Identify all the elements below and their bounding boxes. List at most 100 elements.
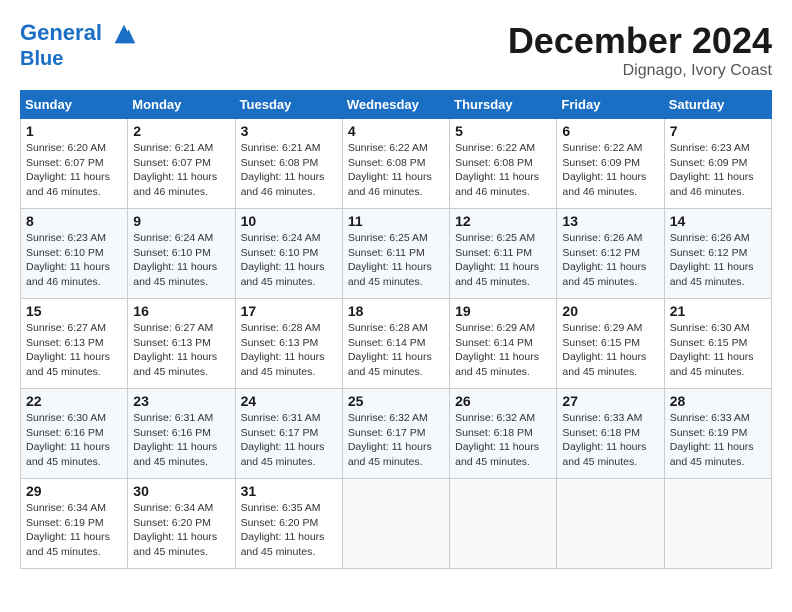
calendar-cell: 14 Sunrise: 6:26 AM Sunset: 6:12 PM Dayl… — [664, 209, 771, 299]
day-info: Sunrise: 6:33 AM Sunset: 6:19 PM Dayligh… — [670, 411, 766, 470]
day-info: Sunrise: 6:35 AM Sunset: 6:20 PM Dayligh… — [241, 501, 337, 560]
calendar-cell: 9 Sunrise: 6:24 AM Sunset: 6:10 PM Dayli… — [128, 209, 235, 299]
calendar-cell: 4 Sunrise: 6:22 AM Sunset: 6:08 PM Dayli… — [342, 119, 449, 209]
day-info: Sunrise: 6:26 AM Sunset: 6:12 PM Dayligh… — [670, 231, 766, 290]
calendar-cell: 27 Sunrise: 6:33 AM Sunset: 6:18 PM Dayl… — [557, 389, 664, 479]
day-number: 25 — [348, 393, 444, 409]
day-info: Sunrise: 6:32 AM Sunset: 6:17 PM Dayligh… — [348, 411, 444, 470]
day-info: Sunrise: 6:21 AM Sunset: 6:07 PM Dayligh… — [133, 141, 229, 200]
calendar-cell: 21 Sunrise: 6:30 AM Sunset: 6:15 PM Dayl… — [664, 299, 771, 389]
day-info: Sunrise: 6:29 AM Sunset: 6:14 PM Dayligh… — [455, 321, 551, 380]
day-number: 3 — [241, 123, 337, 139]
weekday-header-tuesday: Tuesday — [235, 91, 342, 119]
weekday-header-sunday: Sunday — [21, 91, 128, 119]
calendar-cell: 2 Sunrise: 6:21 AM Sunset: 6:07 PM Dayli… — [128, 119, 235, 209]
day-info: Sunrise: 6:32 AM Sunset: 6:18 PM Dayligh… — [455, 411, 551, 470]
day-info: Sunrise: 6:24 AM Sunset: 6:10 PM Dayligh… — [133, 231, 229, 290]
day-info: Sunrise: 6:24 AM Sunset: 6:10 PM Dayligh… — [241, 231, 337, 290]
day-info: Sunrise: 6:25 AM Sunset: 6:11 PM Dayligh… — [455, 231, 551, 290]
calendar-cell: 5 Sunrise: 6:22 AM Sunset: 6:08 PM Dayli… — [450, 119, 557, 209]
day-number: 17 — [241, 303, 337, 319]
day-number: 15 — [26, 303, 122, 319]
calendar-cell: 6 Sunrise: 6:22 AM Sunset: 6:09 PM Dayli… — [557, 119, 664, 209]
calendar-cell: 13 Sunrise: 6:26 AM Sunset: 6:12 PM Dayl… — [557, 209, 664, 299]
day-number: 12 — [455, 213, 551, 229]
calendar-table: SundayMondayTuesdayWednesdayThursdayFrid… — [20, 90, 772, 569]
weekday-header-wednesday: Wednesday — [342, 91, 449, 119]
day-info: Sunrise: 6:25 AM Sunset: 6:11 PM Dayligh… — [348, 231, 444, 290]
day-number: 9 — [133, 213, 229, 229]
calendar-cell — [342, 479, 449, 569]
logo-text: General — [20, 20, 140, 48]
calendar-cell: 1 Sunrise: 6:20 AM Sunset: 6:07 PM Dayli… — [21, 119, 128, 209]
calendar-cell — [450, 479, 557, 569]
day-number: 1 — [26, 123, 122, 139]
day-number: 21 — [670, 303, 766, 319]
day-info: Sunrise: 6:27 AM Sunset: 6:13 PM Dayligh… — [26, 321, 122, 380]
calendar-cell: 15 Sunrise: 6:27 AM Sunset: 6:13 PM Dayl… — [21, 299, 128, 389]
calendar-cell: 22 Sunrise: 6:30 AM Sunset: 6:16 PM Dayl… — [21, 389, 128, 479]
weekday-header-saturday: Saturday — [664, 91, 771, 119]
day-number: 30 — [133, 483, 229, 499]
calendar-cell: 30 Sunrise: 6:34 AM Sunset: 6:20 PM Dayl… — [128, 479, 235, 569]
calendar-cell: 26 Sunrise: 6:32 AM Sunset: 6:18 PM Dayl… — [450, 389, 557, 479]
day-number: 20 — [562, 303, 658, 319]
weekday-header-friday: Friday — [557, 91, 664, 119]
day-number: 16 — [133, 303, 229, 319]
weekday-header-monday: Monday — [128, 91, 235, 119]
day-number: 11 — [348, 213, 444, 229]
day-number: 7 — [670, 123, 766, 139]
day-number: 27 — [562, 393, 658, 409]
day-number: 19 — [455, 303, 551, 319]
day-info: Sunrise: 6:22 AM Sunset: 6:08 PM Dayligh… — [348, 141, 444, 200]
calendar-cell: 16 Sunrise: 6:27 AM Sunset: 6:13 PM Dayl… — [128, 299, 235, 389]
day-number: 8 — [26, 213, 122, 229]
calendar-cell: 18 Sunrise: 6:28 AM Sunset: 6:14 PM Dayl… — [342, 299, 449, 389]
day-info: Sunrise: 6:34 AM Sunset: 6:19 PM Dayligh… — [26, 501, 122, 560]
day-number: 28 — [670, 393, 766, 409]
calendar-cell: 10 Sunrise: 6:24 AM Sunset: 6:10 PM Dayl… — [235, 209, 342, 299]
calendar-cell: 12 Sunrise: 6:25 AM Sunset: 6:11 PM Dayl… — [450, 209, 557, 299]
day-info: Sunrise: 6:31 AM Sunset: 6:16 PM Dayligh… — [133, 411, 229, 470]
calendar-cell: 24 Sunrise: 6:31 AM Sunset: 6:17 PM Dayl… — [235, 389, 342, 479]
calendar-cell: 7 Sunrise: 6:23 AM Sunset: 6:09 PM Dayli… — [664, 119, 771, 209]
location-subtitle: Dignago, Ivory Coast — [508, 62, 772, 80]
day-info: Sunrise: 6:30 AM Sunset: 6:15 PM Dayligh… — [670, 321, 766, 380]
day-info: Sunrise: 6:26 AM Sunset: 6:12 PM Dayligh… — [562, 231, 658, 290]
day-number: 24 — [241, 393, 337, 409]
calendar-cell: 23 Sunrise: 6:31 AM Sunset: 6:16 PM Dayl… — [128, 389, 235, 479]
title-block: December 2024 Dignago, Ivory Coast — [508, 20, 772, 80]
calendar-cell: 28 Sunrise: 6:33 AM Sunset: 6:19 PM Dayl… — [664, 389, 771, 479]
day-info: Sunrise: 6:34 AM Sunset: 6:20 PM Dayligh… — [133, 501, 229, 560]
calendar-cell: 29 Sunrise: 6:34 AM Sunset: 6:19 PM Dayl… — [21, 479, 128, 569]
day-info: Sunrise: 6:22 AM Sunset: 6:09 PM Dayligh… — [562, 141, 658, 200]
month-title: December 2024 — [508, 20, 772, 62]
day-info: Sunrise: 6:20 AM Sunset: 6:07 PM Dayligh… — [26, 141, 122, 200]
calendar-cell: 31 Sunrise: 6:35 AM Sunset: 6:20 PM Dayl… — [235, 479, 342, 569]
day-info: Sunrise: 6:31 AM Sunset: 6:17 PM Dayligh… — [241, 411, 337, 470]
calendar-cell: 11 Sunrise: 6:25 AM Sunset: 6:11 PM Dayl… — [342, 209, 449, 299]
day-info: Sunrise: 6:28 AM Sunset: 6:14 PM Dayligh… — [348, 321, 444, 380]
calendar-cell: 8 Sunrise: 6:23 AM Sunset: 6:10 PM Dayli… — [21, 209, 128, 299]
day-number: 6 — [562, 123, 658, 139]
day-number: 13 — [562, 213, 658, 229]
calendar-cell: 3 Sunrise: 6:21 AM Sunset: 6:08 PM Dayli… — [235, 119, 342, 209]
day-number: 18 — [348, 303, 444, 319]
logo-blue: Blue — [20, 48, 140, 70]
calendar-cell: 17 Sunrise: 6:28 AM Sunset: 6:13 PM Dayl… — [235, 299, 342, 389]
weekday-header-thursday: Thursday — [450, 91, 557, 119]
day-number: 22 — [26, 393, 122, 409]
day-number: 31 — [241, 483, 337, 499]
day-info: Sunrise: 6:33 AM Sunset: 6:18 PM Dayligh… — [562, 411, 658, 470]
calendar-cell — [664, 479, 771, 569]
day-number: 14 — [670, 213, 766, 229]
day-info: Sunrise: 6:28 AM Sunset: 6:13 PM Dayligh… — [241, 321, 337, 380]
day-number: 2 — [133, 123, 229, 139]
day-info: Sunrise: 6:22 AM Sunset: 6:08 PM Dayligh… — [455, 141, 551, 200]
page-header: General Blue December 2024 Dignago, Ivor… — [20, 20, 772, 80]
logo: General Blue — [20, 20, 140, 70]
day-info: Sunrise: 6:23 AM Sunset: 6:09 PM Dayligh… — [670, 141, 766, 200]
calendar-cell: 19 Sunrise: 6:29 AM Sunset: 6:14 PM Dayl… — [450, 299, 557, 389]
calendar-cell: 25 Sunrise: 6:32 AM Sunset: 6:17 PM Dayl… — [342, 389, 449, 479]
calendar-cell: 20 Sunrise: 6:29 AM Sunset: 6:15 PM Dayl… — [557, 299, 664, 389]
